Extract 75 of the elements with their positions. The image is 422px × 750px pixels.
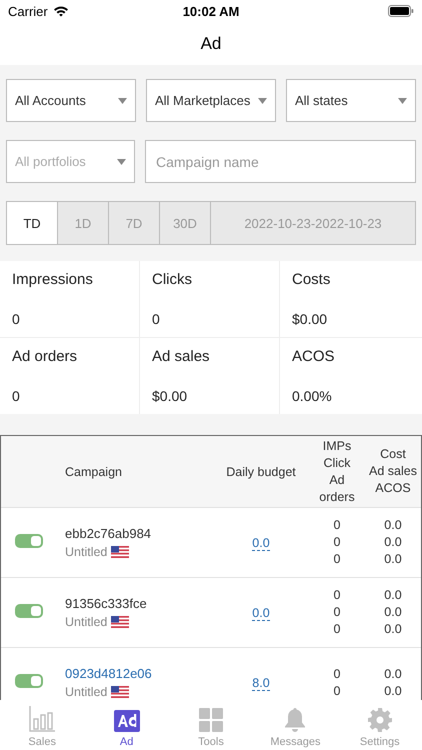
column-header: ACOS bbox=[375, 480, 411, 497]
stat-value: 0 bbox=[152, 311, 161, 327]
column-header: orders bbox=[319, 488, 355, 506]
dropdown[interactable]: All Accounts bbox=[6, 79, 136, 122]
portfolio-text: Untitled bbox=[65, 615, 108, 629]
metric-value: 0.0 bbox=[384, 534, 402, 551]
column-header: Ad bbox=[329, 472, 345, 488]
metric-value: 0.0 bbox=[384, 587, 402, 604]
metric-value: 0.0 bbox=[384, 621, 402, 638]
status-time: 10:02 AM bbox=[182, 4, 240, 18]
battery-icon bbox=[388, 5, 414, 17]
toggle-switch[interactable] bbox=[15, 534, 43, 548]
stat-value: $0.00 bbox=[152, 388, 188, 404]
column-header: Ad sales bbox=[369, 463, 417, 480]
caret-icon bbox=[118, 98, 127, 104]
metric-value: 0 bbox=[334, 666, 340, 682]
metric-value: 0 bbox=[334, 551, 340, 568]
metric-value: 0.0 bbox=[384, 517, 402, 534]
budget-link[interactable]: 8.0 bbox=[252, 676, 270, 690]
campaign-name: 91356c333fce bbox=[65, 596, 148, 611]
campaign-name: ebb2c76ab984 bbox=[65, 526, 152, 541]
stat-label: Costs bbox=[292, 271, 332, 288]
stat-value: 0 bbox=[12, 311, 21, 327]
tab-bar-item[interactable]: Tools bbox=[168, 700, 254, 750]
flag-icon bbox=[111, 546, 130, 558]
metric-value: 0.0 bbox=[384, 666, 402, 682]
metric-value: 0.0 bbox=[384, 551, 402, 568]
bell-icon bbox=[284, 708, 306, 732]
stat-label: Ad sales bbox=[152, 348, 211, 365]
dropdown[interactable]: All states bbox=[286, 79, 416, 122]
toggle-switch[interactable] bbox=[15, 674, 43, 688]
flag-icon bbox=[111, 616, 130, 628]
stat-value: 0 bbox=[12, 388, 21, 404]
metric-value: 0.0 bbox=[384, 682, 402, 700]
column-header: IMPs bbox=[322, 438, 352, 454]
budget-link[interactable]: 0.0 bbox=[252, 606, 270, 620]
metric-value: 0 bbox=[334, 534, 340, 551]
tab-bar-item[interactable]: Sales bbox=[0, 700, 84, 750]
stat-label: Clicks bbox=[152, 271, 193, 288]
dropdown[interactable]: All Marketplaces bbox=[146, 79, 276, 122]
stat-label: Impressions bbox=[12, 271, 94, 288]
column-header: Cost bbox=[380, 446, 406, 463]
stat-value: 0.00% bbox=[292, 388, 333, 404]
caret-icon bbox=[117, 158, 126, 164]
bar-chart-icon bbox=[29, 706, 56, 732]
campaign-name-field[interactable]: Campaign name bbox=[145, 140, 416, 183]
settings-icon bbox=[368, 708, 392, 732]
metric-value: 0 bbox=[334, 604, 340, 621]
column-header: Daily budget bbox=[225, 464, 297, 478]
budget-link[interactable]: 0.0 bbox=[252, 536, 270, 550]
tab-bar-item[interactable]: Messages bbox=[253, 700, 338, 750]
metric-value: 0 bbox=[334, 621, 340, 638]
caret-icon bbox=[398, 98, 407, 104]
range-tab[interactable]: TD bbox=[7, 202, 58, 244]
wifi-icon bbox=[52, 5, 69, 17]
ad-icon bbox=[114, 710, 140, 732]
metric-value: 0.0 bbox=[384, 604, 402, 621]
campaign-name[interactable]: 0923d4812e06 bbox=[65, 666, 213, 681]
carrier-text: Carrier bbox=[8, 4, 48, 18]
portfolio-text: Untitled bbox=[65, 685, 108, 699]
caret-icon bbox=[258, 98, 267, 104]
stat-label: Ad orders bbox=[12, 348, 78, 365]
stat-value: $0.00 bbox=[292, 311, 328, 327]
grid-icon bbox=[198, 708, 223, 732]
metric-value: 0 bbox=[334, 517, 340, 534]
tab-bar-item[interactable]: Settings bbox=[338, 700, 422, 750]
nav-title: Ad bbox=[200, 34, 222, 54]
column-header: Campaign bbox=[64, 464, 123, 478]
stat-label: ACOS bbox=[292, 348, 336, 365]
portfolio-text: Untitled bbox=[65, 545, 108, 559]
metric-value: 0 bbox=[334, 682, 340, 700]
toggle-switch[interactable] bbox=[15, 604, 43, 618]
column-header: Click bbox=[323, 454, 351, 472]
metric-value: 0 bbox=[334, 587, 340, 604]
tab-bar-item[interactable]: Ad bbox=[84, 700, 169, 750]
